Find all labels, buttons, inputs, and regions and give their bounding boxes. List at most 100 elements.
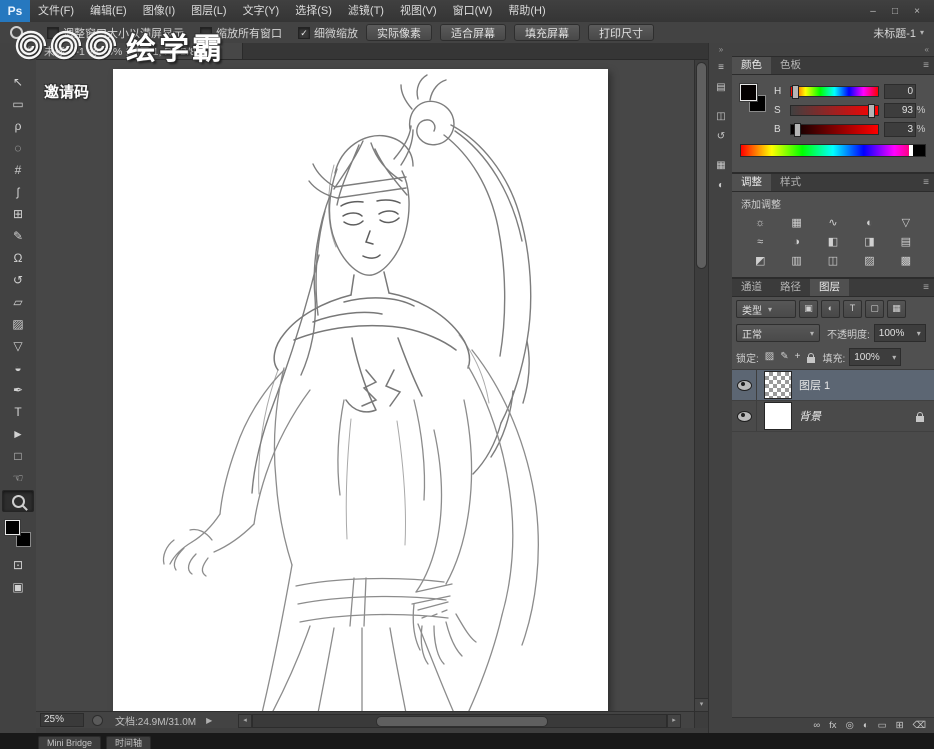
- tool-move[interactable]: ↖: [3, 72, 33, 92]
- print-size-button[interactable]: 打印尺寸: [588, 24, 655, 41]
- adjustments-panel-menu-icon[interactable]: ≡: [918, 174, 934, 191]
- close-button[interactable]: ×: [906, 6, 928, 17]
- color-panel-menu-icon[interactable]: ≡: [918, 57, 934, 74]
- lock-image-icon[interactable]: ✎: [780, 349, 788, 365]
- color-panel-swatches[interactable]: [740, 84, 768, 112]
- option-resize-windows[interactable]: 调整窗口大小以满屏显示: [47, 25, 184, 41]
- color-spectrum-ramp[interactable]: [740, 144, 926, 157]
- collapse-panels-icon[interactable]: «: [925, 45, 929, 54]
- layers-panel-menu-icon[interactable]: ≡: [918, 279, 934, 296]
- tool-dodge[interactable]: ◒: [3, 358, 33, 378]
- black-white-icon[interactable]: ◧: [815, 232, 851, 251]
- link-layers-icon[interactable]: ∞: [813, 718, 820, 733]
- scrubby-zoom-checkbox[interactable]: ✓: [298, 26, 311, 39]
- vertical-scrollbar-thumb[interactable]: [696, 62, 707, 269]
- levels-icon[interactable]: ▦: [778, 213, 814, 232]
- vertical-scrollbar[interactable]: ▾: [694, 60, 708, 711]
- brightness-contrast-icon[interactable]: ☼: [742, 213, 778, 232]
- layer-visibility-cell[interactable]: [732, 370, 757, 400]
- tool-clone-stamp[interactable]: Ω: [3, 248, 33, 268]
- filter-shape-layers-icon[interactable]: ▢: [865, 300, 884, 318]
- tool-gradient[interactable]: ▨: [3, 314, 33, 334]
- scroll-left-arrow[interactable]: ◂: [238, 714, 252, 728]
- threshold-icon[interactable]: ◫: [815, 251, 851, 270]
- layer-thumbnail[interactable]: [764, 402, 792, 430]
- tool-blur[interactable]: ▽: [3, 336, 33, 356]
- scroll-down-arrow[interactable]: ▾: [695, 698, 708, 711]
- curves-icon[interactable]: ∿: [815, 213, 851, 232]
- tab-adjustments[interactable]: 调整: [732, 174, 771, 191]
- photo-filter-icon[interactable]: ◨: [851, 232, 887, 251]
- toolbar-collapse-icon[interactable]: «: [0, 43, 36, 55]
- zoom-all-windows-checkbox[interactable]: [200, 26, 213, 39]
- collapsed-panel-icon-3[interactable]: ◫: [712, 109, 730, 125]
- tool-zoom[interactable]: [2, 490, 34, 512]
- menu-image[interactable]: 图像(I): [135, 0, 183, 22]
- status-options-icon[interactable]: [92, 714, 103, 726]
- tool-crop[interactable]: #: [3, 160, 33, 180]
- quick-mask-button[interactable]: ⊡: [3, 555, 33, 575]
- layer-visibility-cell[interactable]: [732, 401, 757, 431]
- menu-view[interactable]: 视图(V): [392, 0, 445, 22]
- zoom-level-field[interactable]: 25%: [40, 713, 84, 727]
- opacity-field[interactable]: 100% ▾: [873, 324, 926, 342]
- menu-file[interactable]: 文件(F): [30, 0, 82, 22]
- menu-help[interactable]: 帮助(H): [500, 0, 553, 22]
- fill-field[interactable]: 100% ▾: [849, 348, 902, 366]
- hue-saturation-icon[interactable]: ≈: [742, 232, 778, 251]
- selective-color-icon[interactable]: ▩: [888, 251, 924, 270]
- layer-row-background[interactable]: 背景: [732, 401, 934, 432]
- menu-type[interactable]: 文字(Y): [235, 0, 288, 22]
- horizontal-scrollbar-thumb[interactable]: [376, 716, 548, 727]
- tab-styles[interactable]: 样式: [771, 174, 810, 191]
- menu-window[interactable]: 窗口(W): [445, 0, 501, 22]
- menu-edit[interactable]: 编辑(E): [82, 0, 135, 22]
- lock-transparent-icon[interactable]: ▨: [765, 349, 774, 365]
- filter-type-layers-icon[interactable]: T: [843, 300, 862, 318]
- foreground-color-swatch[interactable]: [5, 520, 20, 535]
- option-zoom-all-windows[interactable]: 缩放所有窗口: [200, 25, 282, 41]
- delete-layer-icon[interactable]: ⌫: [913, 718, 926, 733]
- tool-quick-select[interactable]: ◌: [3, 138, 33, 158]
- resize-windows-checkbox[interactable]: [47, 26, 60, 39]
- minimize-button[interactable]: –: [862, 6, 884, 17]
- canvas-page[interactable]: [113, 69, 608, 711]
- tool-path-select[interactable]: ►: [3, 424, 33, 444]
- layer-name[interactable]: 背景: [799, 408, 821, 424]
- hue-slider-thumb[interactable]: [791, 85, 799, 99]
- filter-adjustment-layers-icon[interactable]: ◐: [821, 300, 840, 318]
- brightness-value-field[interactable]: 3: [884, 122, 916, 137]
- status-flyout-arrow[interactable]: ▶: [206, 716, 212, 725]
- add-mask-icon[interactable]: ◎: [846, 718, 854, 733]
- collapsed-panel-icon-2[interactable]: ▤: [712, 80, 730, 96]
- gradient-map-icon[interactable]: ▨: [851, 251, 887, 270]
- exposure-icon[interactable]: ◐: [851, 213, 887, 232]
- invert-icon[interactable]: ◩: [742, 251, 778, 270]
- layer-row-1[interactable]: 图层 1: [732, 370, 934, 401]
- filter-smart-object-icon[interactable]: ▦: [887, 300, 906, 318]
- collapsed-panel-icon-1[interactable]: ≡: [712, 60, 730, 76]
- tool-healing-brush[interactable]: ⊞: [3, 204, 33, 224]
- channel-mixer-icon[interactable]: ▤: [888, 232, 924, 251]
- menu-filter[interactable]: 滤镜(T): [340, 0, 392, 22]
- tab-layers[interactable]: 图层: [810, 279, 849, 296]
- new-group-icon[interactable]: ▭: [878, 718, 887, 733]
- tool-pen[interactable]: ✒: [3, 380, 33, 400]
- lock-position-icon[interactable]: +: [795, 349, 801, 365]
- layer-thumbnail[interactable]: [764, 371, 792, 399]
- tool-marquee[interactable]: ▭: [3, 94, 33, 114]
- filter-pixel-layers-icon[interactable]: ▣: [799, 300, 818, 318]
- timeline-button[interactable]: 时间轴: [106, 736, 152, 749]
- foreground-color-swatch[interactable]: [740, 84, 757, 101]
- layer-filter-dropdown[interactable]: 类型 ▾: [736, 300, 796, 318]
- tool-shape[interactable]: □: [3, 446, 33, 466]
- tool-history-brush[interactable]: ↺: [3, 270, 33, 290]
- document-tab[interactable]: 未标题-1 @ 25% (图层 1, RGB/8): [36, 43, 243, 59]
- collapsed-panel-icon-4[interactable]: ↺: [712, 129, 730, 145]
- tab-color[interactable]: 颜色: [732, 57, 771, 74]
- tool-eyedropper[interactable]: ʃ: [3, 182, 33, 202]
- collapsed-panel-icon-6[interactable]: ◐: [712, 178, 730, 194]
- tab-swatches[interactable]: 色板: [771, 57, 810, 74]
- tool-brush[interactable]: ✎: [3, 226, 33, 246]
- brightness-slider[interactable]: [790, 123, 879, 137]
